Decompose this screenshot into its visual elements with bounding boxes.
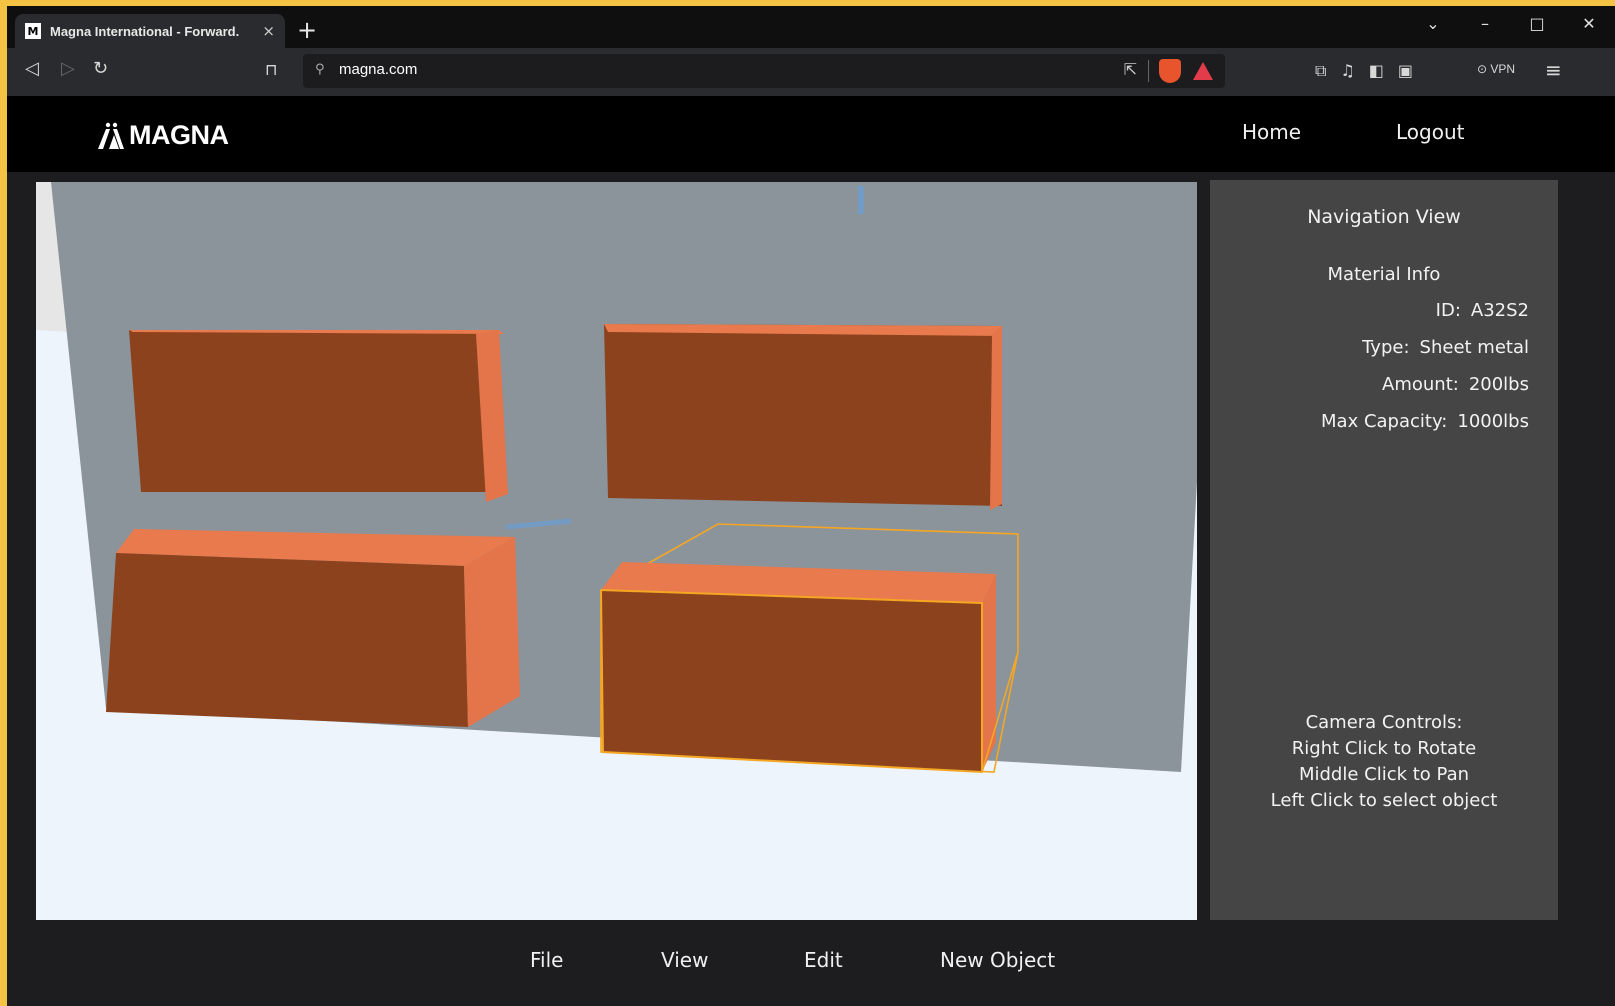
- maximize-icon[interactable]: □: [1511, 6, 1563, 40]
- camera-controls-title: Camera Controls:: [1305, 712, 1463, 733]
- divider: [1148, 60, 1149, 82]
- sidebar-icon[interactable]: ◧: [1369, 61, 1384, 81]
- tab-strip: M Magna International - Forward. × + ⌄ –…: [7, 6, 1615, 48]
- box-bottom-right-front: [601, 590, 982, 772]
- site-info-icon[interactable]: ⚲: [315, 62, 325, 77]
- brave-rewards-icon[interactable]: [1193, 62, 1213, 80]
- close-window-icon[interactable]: ✕: [1563, 6, 1615, 40]
- browser-tab-active[interactable]: M Magna International - Forward. ×: [15, 14, 285, 48]
- camera-controls: Camera Controls: Right Click to Rotate M…: [1210, 710, 1558, 814]
- field-id-label: ID:: [1435, 300, 1461, 321]
- box-top-right-side: [990, 326, 1002, 510]
- box-bottom-right-side: [982, 574, 996, 772]
- field-max-capacity-value: 1000lbs: [1457, 411, 1529, 432]
- menu-new-object[interactable]: New Object: [940, 948, 1055, 972]
- box-top-right-front: [604, 324, 1002, 506]
- field-type: Type: Sheet metal: [1362, 337, 1529, 358]
- material-info-label: Material Info: [1327, 264, 1441, 285]
- box-top-right[interactable]: [604, 324, 1002, 510]
- magna-logo[interactable]: MAGNA: [95, 120, 229, 151]
- menu-file[interactable]: File: [530, 948, 563, 972]
- nav-home-link[interactable]: Home: [1242, 120, 1301, 144]
- media-icon[interactable]: ♫: [1340, 61, 1354, 81]
- field-amount: Amount: 200lbs: [1382, 374, 1529, 395]
- bottom-menu-bar: File View Edit New Object: [7, 924, 1615, 1006]
- box-bottom-left-front: [106, 553, 468, 727]
- camera-controls-select: Left Click to select object: [1270, 790, 1498, 811]
- field-max-capacity-label: Max Capacity:: [1321, 411, 1448, 432]
- navigation-panel: Navigation View Material Info ID: A32S2 T…: [1210, 180, 1558, 920]
- extensions-area: ⧉ ♫ ◧ ▣: [1315, 61, 1413, 81]
- field-amount-label: Amount:: [1382, 374, 1459, 395]
- camera-controls-pan: Middle Click to Pan: [1298, 764, 1470, 785]
- minimize-icon[interactable]: –: [1459, 6, 1511, 40]
- browser-toolbar: ◁ ▷ ↻ ⊓ ⚲ magna.com ⇱ ⧉ ♫ ◧ ▣ ⊙ VPN ≡: [7, 48, 1615, 96]
- magna-logo-icon: [98, 122, 124, 149]
- field-id: ID: A32S2: [1436, 300, 1529, 321]
- field-type-label: Type:: [1362, 337, 1410, 358]
- menu-icon[interactable]: ≡: [1545, 58, 1562, 82]
- menu-view[interactable]: View: [661, 948, 708, 972]
- box-bottom-left[interactable]: [106, 529, 520, 727]
- field-type-value: Sheet metal: [1419, 337, 1529, 358]
- box-top-left[interactable]: [129, 330, 508, 502]
- box-bottom-left-side: [464, 537, 520, 727]
- tab-title: Magna International - Forward.: [50, 23, 240, 39]
- field-amount-value: 200lbs: [1468, 374, 1529, 395]
- brave-shield-icon[interactable]: [1159, 59, 1181, 83]
- axis-gizmo-top: [858, 186, 864, 214]
- site-header: MAGNA Home Logout: [7, 96, 1615, 172]
- logo-text: MAGNA: [129, 120, 229, 150]
- browser-window: M Magna International - Forward. × + ⌄ –…: [7, 6, 1615, 1006]
- camera-controls-rotate: Right Click to Rotate: [1291, 738, 1477, 759]
- extensions-icon[interactable]: ⧉: [1315, 61, 1326, 81]
- field-max-capacity: Max Capacity: 1000lbs: [1321, 411, 1529, 432]
- box-top-left-front: [129, 330, 504, 492]
- address-bar[interactable]: ⚲ magna.com ⇱: [303, 54, 1225, 88]
- 3d-viewport[interactable]: [36, 182, 1197, 920]
- url-text[interactable]: magna.com: [339, 61, 417, 78]
- bookmark-icon[interactable]: ⊓: [265, 60, 277, 79]
- tab-close-icon[interactable]: ×: [262, 22, 275, 40]
- back-icon[interactable]: ◁: [25, 58, 39, 79]
- forward-icon[interactable]: ▷: [61, 58, 75, 79]
- field-id-value: A32S2: [1470, 300, 1529, 321]
- menu-edit[interactable]: Edit: [804, 948, 843, 972]
- tab-search-dropdown-icon[interactable]: ⌄: [1407, 6, 1459, 40]
- window-controls: ⌄ – □ ✕: [1407, 6, 1615, 44]
- share-icon[interactable]: ⇱: [1124, 60, 1137, 79]
- vpn-button[interactable]: ⊙ VPN: [1477, 62, 1515, 76]
- magna-favicon-icon: M: [25, 23, 41, 39]
- scene-canvas[interactable]: [36, 182, 1197, 920]
- reload-icon[interactable]: ↻: [93, 58, 108, 79]
- vpn-label: VPN: [1490, 62, 1516, 76]
- nav-logout-link[interactable]: Logout: [1396, 120, 1464, 144]
- panel-title: Navigation View: [1307, 206, 1461, 228]
- wallet-icon[interactable]: ▣: [1398, 61, 1413, 81]
- new-tab-button[interactable]: +: [297, 16, 317, 44]
